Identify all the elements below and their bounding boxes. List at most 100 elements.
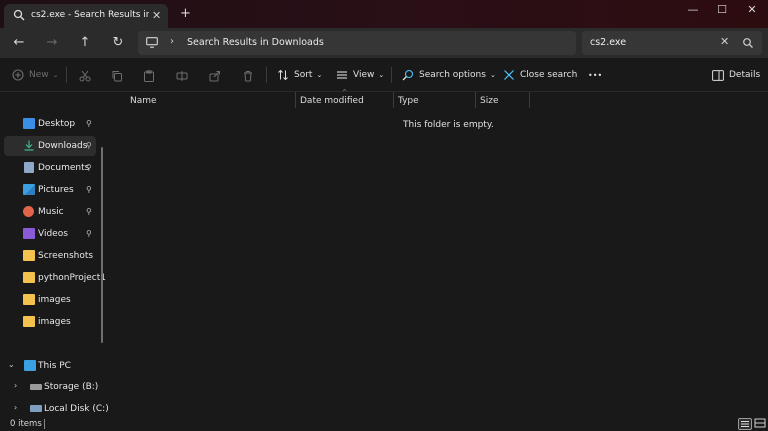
tab-close-icon[interactable]: ✕ — [152, 9, 161, 22]
empty-folder-message: This folder is empty. — [403, 120, 494, 130]
sidebar-item-images[interactable]: images — [4, 312, 96, 332]
share-icon[interactable] — [209, 69, 221, 83]
sidebar-item-music[interactable]: Music ⚲ — [4, 202, 96, 222]
chevron-right-icon[interactable]: › — [14, 403, 17, 412]
column-divider[interactable] — [529, 92, 530, 108]
details-pane-button[interactable]: Details — [712, 68, 760, 82]
sidebar-item-label: Music — [38, 207, 64, 217]
sidebar-item-desktop[interactable]: Desktop ⚲ — [4, 114, 96, 134]
more-options-button[interactable]: ••• — [588, 68, 602, 82]
toolbar-divider — [266, 67, 267, 83]
view-label: View — [353, 70, 375, 80]
close-search-button[interactable]: Close search — [503, 68, 577, 82]
tab-search-results[interactable]: cs2.exe - Search Results in Dow ✕ — [4, 4, 168, 28]
maximize-button[interactable]: ☐ — [715, 3, 729, 17]
sidebar-item-videos[interactable]: Videos ⚲ — [4, 224, 96, 244]
sort-indicator-icon: ^ — [342, 89, 348, 96]
up-button[interactable]: ↑ — [77, 35, 93, 51]
item-count: 0 items — [10, 419, 42, 429]
column-divider[interactable] — [295, 92, 296, 108]
sort-button[interactable]: Sort ⌄ — [277, 68, 322, 82]
computer-icon — [24, 360, 36, 371]
sidebar-item-downloads[interactable]: Downloads ⚲ — [4, 136, 96, 156]
pin-icon: ⚲ — [86, 163, 92, 172]
chevron-down-icon: ⌄ — [378, 71, 385, 79]
search-options-icon — [402, 69, 414, 81]
column-header-type[interactable]: Type — [398, 96, 419, 106]
search-icon — [13, 9, 25, 21]
sidebar-item-storage-b[interactable]: › Storage (B:) — [0, 377, 100, 397]
pin-icon: ⚲ — [86, 185, 92, 194]
search-box[interactable]: cs2.exe ✕ — [582, 31, 762, 55]
sort-icon — [278, 69, 288, 81]
navigation-bar: ← → ↑ ↻ › Search Results in Downloads cs… — [0, 28, 768, 58]
back-button[interactable]: ← — [11, 35, 27, 51]
sort-label: Sort — [294, 70, 313, 80]
list-view-icon — [741, 421, 749, 427]
sidebar-item-pythonproject1[interactable]: pythonProject1 — [4, 268, 106, 288]
paste-icon[interactable] — [143, 69, 155, 83]
chevron-right-icon[interactable]: › — [14, 381, 17, 390]
tiles-view-button[interactable] — [754, 418, 768, 430]
column-header-size[interactable]: Size — [480, 96, 498, 106]
drive-icon — [30, 405, 42, 412]
clear-search-icon[interactable]: ✕ — [720, 35, 729, 48]
search-icon[interactable] — [742, 37, 754, 49]
delete-icon[interactable] — [242, 69, 254, 83]
document-icon — [24, 162, 34, 173]
chevron-down-icon[interactable]: ⌄ — [8, 360, 15, 369]
close-icon — [504, 70, 514, 80]
file-list: Name ^ Date modified Type Size This fold… — [108, 89, 768, 417]
sidebar-item-local-disk-c[interactable]: › Local Disk (C:) — [0, 399, 109, 419]
close-search-label: Close search — [520, 70, 578, 80]
sidebar-item-label: Local Disk (C:) — [44, 404, 109, 414]
tab-title: cs2.exe - Search Results in Dow — [31, 10, 149, 20]
sidebar-scrollbar[interactable] — [101, 147, 103, 343]
sidebar-item-pictures[interactable]: Pictures ⚲ — [4, 180, 96, 200]
sidebar-item-label: images — [38, 317, 71, 327]
sidebar-item-label: Videos — [38, 229, 68, 239]
folder-icon — [23, 316, 35, 327]
column-header-name[interactable]: Name — [130, 96, 157, 106]
pin-icon: ⚲ — [86, 229, 92, 238]
pin-icon: ⚲ — [86, 119, 92, 128]
minimize-button[interactable]: — — [686, 3, 700, 17]
details-view-button[interactable] — [738, 418, 752, 430]
forward-button[interactable]: → — [44, 35, 60, 51]
path-separator[interactable]: › — [170, 36, 174, 47]
view-button[interactable]: View ⌄ — [336, 68, 384, 82]
address-path[interactable]: Search Results in Downloads — [187, 37, 324, 48]
search-input[interactable]: cs2.exe — [590, 37, 626, 48]
sidebar-item-documents[interactable]: Documents ⚲ — [4, 158, 96, 178]
sidebar-item-label: Documents — [38, 163, 90, 173]
sidebar-item-label: Desktop — [38, 119, 76, 129]
sidebar-item-this-pc[interactable]: ⌄ This PC — [0, 356, 92, 376]
refresh-button[interactable]: ↻ — [110, 35, 126, 51]
sidebar-item-images[interactable]: images — [4, 290, 96, 310]
column-divider[interactable] — [475, 92, 476, 108]
folder-icon — [23, 250, 35, 261]
cut-icon[interactable] — [79, 69, 91, 83]
sidebar-item-label: Downloads — [38, 141, 88, 151]
sidebar-item-screenshots[interactable]: Screenshots — [4, 246, 96, 266]
status-bar: 0 items — [0, 417, 768, 431]
navigation-pane: Desktop ⚲ Downloads ⚲ Documents ⚲ Pictur… — [0, 92, 109, 419]
column-divider[interactable] — [393, 92, 394, 108]
sidebar-item-label: images — [38, 295, 71, 305]
pin-icon: ⚲ — [86, 207, 92, 216]
rename-icon[interactable] — [176, 69, 188, 83]
sidebar-item-label: Pictures — [38, 185, 74, 195]
search-options-button[interactable]: Search options ⌄ — [402, 68, 496, 82]
new-button[interactable]: New ⌄ — [12, 68, 59, 82]
copy-icon[interactable] — [111, 69, 123, 83]
address-bar[interactable]: › Search Results in Downloads — [138, 31, 576, 55]
title-bar: cs2.exe - Search Results in Dow ✕ + — ☐ … — [0, 0, 768, 28]
chevron-down-icon: ⌄ — [52, 71, 59, 79]
new-tab-button[interactable]: + — [180, 7, 191, 20]
close-window-button[interactable]: ✕ — [745, 3, 759, 17]
column-header-date-modified[interactable]: Date modified — [300, 96, 364, 106]
music-icon — [23, 206, 34, 217]
computer-icon — [146, 37, 158, 48]
details-pane-icon — [712, 69, 724, 81]
status-divider — [44, 419, 45, 429]
